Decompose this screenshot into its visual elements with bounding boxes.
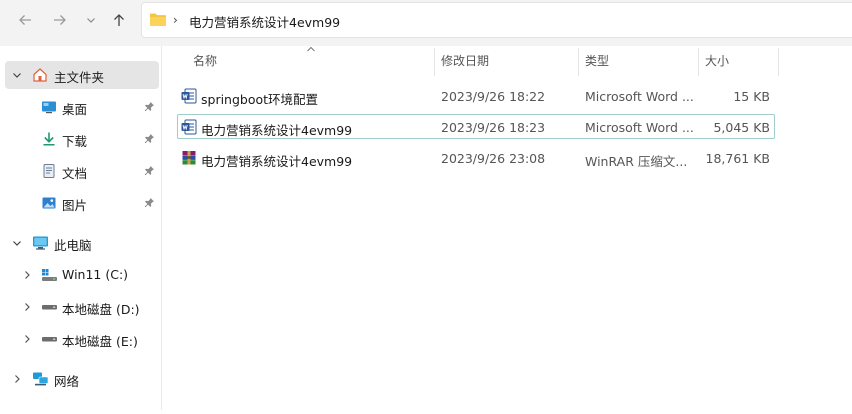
pane-divider[interactable] xyxy=(161,46,162,414)
sidebar-item-drive-d[interactable]: 本地磁盘 (D:) xyxy=(5,293,159,321)
sidebar-item-drive-e[interactable]: 本地磁盘 (E:) xyxy=(5,325,159,353)
file-date: 2023/9/26 18:22 xyxy=(441,89,546,104)
sort-ascending-icon xyxy=(307,46,315,52)
sidebar-item-label: 本地磁盘 (E:) xyxy=(62,334,138,349)
file-name: 电力营销系统设计4evm99 xyxy=(201,154,353,169)
address-bar[interactable]: › 电力营销系统设计4evm99 xyxy=(141,2,852,38)
pin-icon[interactable] xyxy=(144,197,155,208)
file-name: 电力营销系统设计4evm99 xyxy=(201,123,353,138)
breadcrumb-current-folder[interactable]: 电力营销系统设计4evm99 xyxy=(189,12,340,31)
document-icon xyxy=(43,164,55,178)
chevron-right-icon[interactable] xyxy=(22,334,32,344)
desktop-icon xyxy=(42,101,56,114)
arrow-right-icon xyxy=(54,15,66,25)
status-strip xyxy=(0,410,852,414)
recent-locations-button[interactable] xyxy=(78,8,104,32)
file-date: 2023/9/26 18:23 xyxy=(441,120,546,135)
arrow-up-icon xyxy=(114,14,124,26)
computer-icon xyxy=(33,236,48,250)
table-row[interactable]: 电力营销系统设计4evm99 2023/9/26 18:23 Microsoft… xyxy=(177,114,775,139)
file-size: 18,761 KB xyxy=(705,151,770,166)
folder-icon xyxy=(150,13,166,26)
column-divider[interactable] xyxy=(578,48,579,76)
sidebar-item-downloads[interactable]: 下载 xyxy=(5,125,159,153)
pictures-icon xyxy=(42,197,56,209)
breadcrumb-separator: › xyxy=(173,13,178,27)
chevron-right-icon[interactable] xyxy=(22,270,32,280)
table-row[interactable]: 电力营销系统设计4evm99 2023/9/26 23:08 WinRAR 压缩… xyxy=(177,145,775,170)
address-toolbar: › 电力营销系统设计4evm99 xyxy=(0,0,852,46)
sidebar-item-label: 下载 xyxy=(62,134,88,149)
back-button[interactable] xyxy=(12,8,38,32)
home-icon xyxy=(33,68,47,82)
file-size: 5,045 KB xyxy=(713,120,770,135)
sidebar-item-label: 桌面 xyxy=(62,102,88,117)
pin-icon[interactable] xyxy=(144,133,155,144)
arrow-left-icon xyxy=(19,15,31,25)
winrar-archive-icon xyxy=(182,151,196,165)
sidebar-item-label: 此电脑 xyxy=(54,238,92,253)
file-size: 15 KB xyxy=(733,89,770,104)
chevron-right-icon[interactable] xyxy=(22,302,32,312)
word-file-icon xyxy=(181,88,197,104)
file-type: Microsoft Word ... xyxy=(585,89,694,104)
sidebar-item-pictures[interactable]: 图片 xyxy=(5,189,159,217)
sidebar-item-label: 网络 xyxy=(54,374,80,389)
column-divider[interactable] xyxy=(434,48,435,76)
file-name: springboot环境配置 xyxy=(201,92,319,107)
chevron-down-icon[interactable] xyxy=(12,70,22,80)
column-divider[interactable] xyxy=(698,48,699,76)
pin-icon[interactable] xyxy=(144,101,155,112)
sidebar-item-label: 文档 xyxy=(62,166,88,181)
chevron-down-icon xyxy=(87,18,95,23)
forward-button[interactable] xyxy=(47,8,73,32)
table-row[interactable]: springboot环境配置 2023/9/26 18:22 Microsoft… xyxy=(177,83,775,108)
up-button[interactable] xyxy=(106,8,132,32)
chevron-down-icon[interactable] xyxy=(12,238,22,248)
column-header-size[interactable]: 大小 xyxy=(705,52,729,76)
sidebar-item-label: 图片 xyxy=(62,198,88,213)
word-file-icon xyxy=(181,119,197,135)
sidebar-item-drive-c[interactable]: Win11 (C:) xyxy=(5,261,159,289)
sidebar-item-network[interactable]: 网络 xyxy=(5,365,159,393)
column-header-type[interactable]: 类型 xyxy=(585,52,609,76)
download-icon xyxy=(43,132,55,146)
sidebar-item-home[interactable]: 主文件夹 xyxy=(5,61,159,89)
sidebar-item-label: Win11 (C:) xyxy=(62,267,129,282)
file-type: Microsoft Word ... xyxy=(585,120,694,135)
file-date: 2023/9/26 23:08 xyxy=(441,151,546,166)
sidebar-item-documents[interactable]: 文档 xyxy=(5,157,159,185)
column-header-name[interactable]: 名称 xyxy=(193,52,217,76)
sidebar-item-this-pc[interactable]: 此电脑 xyxy=(5,229,159,257)
file-type: WinRAR 压缩文... xyxy=(585,154,688,169)
sidebar-item-label: 本地磁盘 (D:) xyxy=(62,302,140,317)
windows-drive-icon xyxy=(42,269,57,281)
column-header-date[interactable]: 修改日期 xyxy=(441,52,489,76)
network-icon xyxy=(33,372,49,386)
sidebar-item-label: 主文件夹 xyxy=(54,70,105,85)
column-divider[interactable] xyxy=(778,48,779,76)
pin-icon[interactable] xyxy=(144,165,155,176)
drive-icon xyxy=(42,305,57,310)
sidebar-item-desktop[interactable]: 桌面 xyxy=(5,93,159,121)
drive-icon xyxy=(42,337,57,342)
chevron-right-icon[interactable] xyxy=(12,374,22,384)
